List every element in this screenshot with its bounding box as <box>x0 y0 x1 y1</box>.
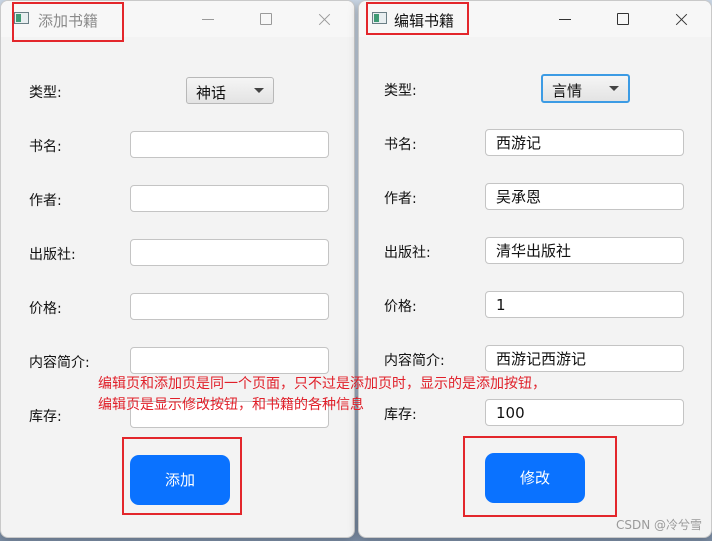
highlight-box-add-button <box>122 437 242 515</box>
stock-label: 库存: <box>384 407 417 423</box>
annotation-line-1: 编辑页和添加页是同一个页面，只不过是添加页时，显示的是添加按钮， <box>98 376 546 392</box>
price-label: 价格: <box>29 301 62 317</box>
description-label: 内容简介: <box>29 355 90 371</box>
title-label: 书名: <box>29 139 62 155</box>
price-input[interactable] <box>130 293 329 320</box>
stock-label: 库存: <box>29 409 62 425</box>
type-select-value: 神话 <box>196 84 227 102</box>
chevron-down-icon <box>609 86 619 91</box>
author-label: 作者: <box>384 191 417 207</box>
publisher-input[interactable] <box>485 237 684 264</box>
author-label: 作者: <box>29 193 62 209</box>
stock-input[interactable] <box>485 399 684 426</box>
publisher-label: 出版社: <box>29 247 76 263</box>
author-input[interactable] <box>485 183 684 210</box>
description-label: 内容简介: <box>384 353 445 369</box>
chevron-down-icon <box>254 88 264 93</box>
minimize-icon[interactable] <box>194 7 222 31</box>
type-select[interactable]: 言情 <box>541 74 630 103</box>
description-input[interactable] <box>130 347 329 374</box>
type-label: 类型: <box>384 83 417 99</box>
annotation-line-2: 编辑页是显示修改按钮，和书籍的各种信息 <box>98 397 364 413</box>
close-icon[interactable] <box>667 7 695 31</box>
price-label: 价格: <box>384 299 417 315</box>
watermark: CSDN @冷兮雪 <box>615 518 702 532</box>
publisher-input[interactable] <box>130 239 329 266</box>
title-input[interactable] <box>130 131 329 158</box>
highlight-box-modify-button <box>463 436 617 517</box>
author-input[interactable] <box>130 185 329 212</box>
minimize-icon[interactable] <box>551 7 579 31</box>
type-label: 类型: <box>29 85 62 101</box>
maximize-icon[interactable] <box>252 7 280 31</box>
highlight-box-edit-title <box>366 2 469 35</box>
price-input[interactable] <box>485 291 684 318</box>
maximize-icon[interactable] <box>609 7 637 31</box>
close-icon[interactable] <box>310 7 338 31</box>
title-input[interactable] <box>485 129 684 156</box>
description-input[interactable] <box>485 345 684 372</box>
type-select[interactable]: 神话 <box>186 77 274 104</box>
title-label: 书名: <box>384 137 417 153</box>
publisher-label: 出版社: <box>384 245 431 261</box>
highlight-box-add-title <box>12 2 124 42</box>
type-select-value: 言情 <box>552 82 583 100</box>
